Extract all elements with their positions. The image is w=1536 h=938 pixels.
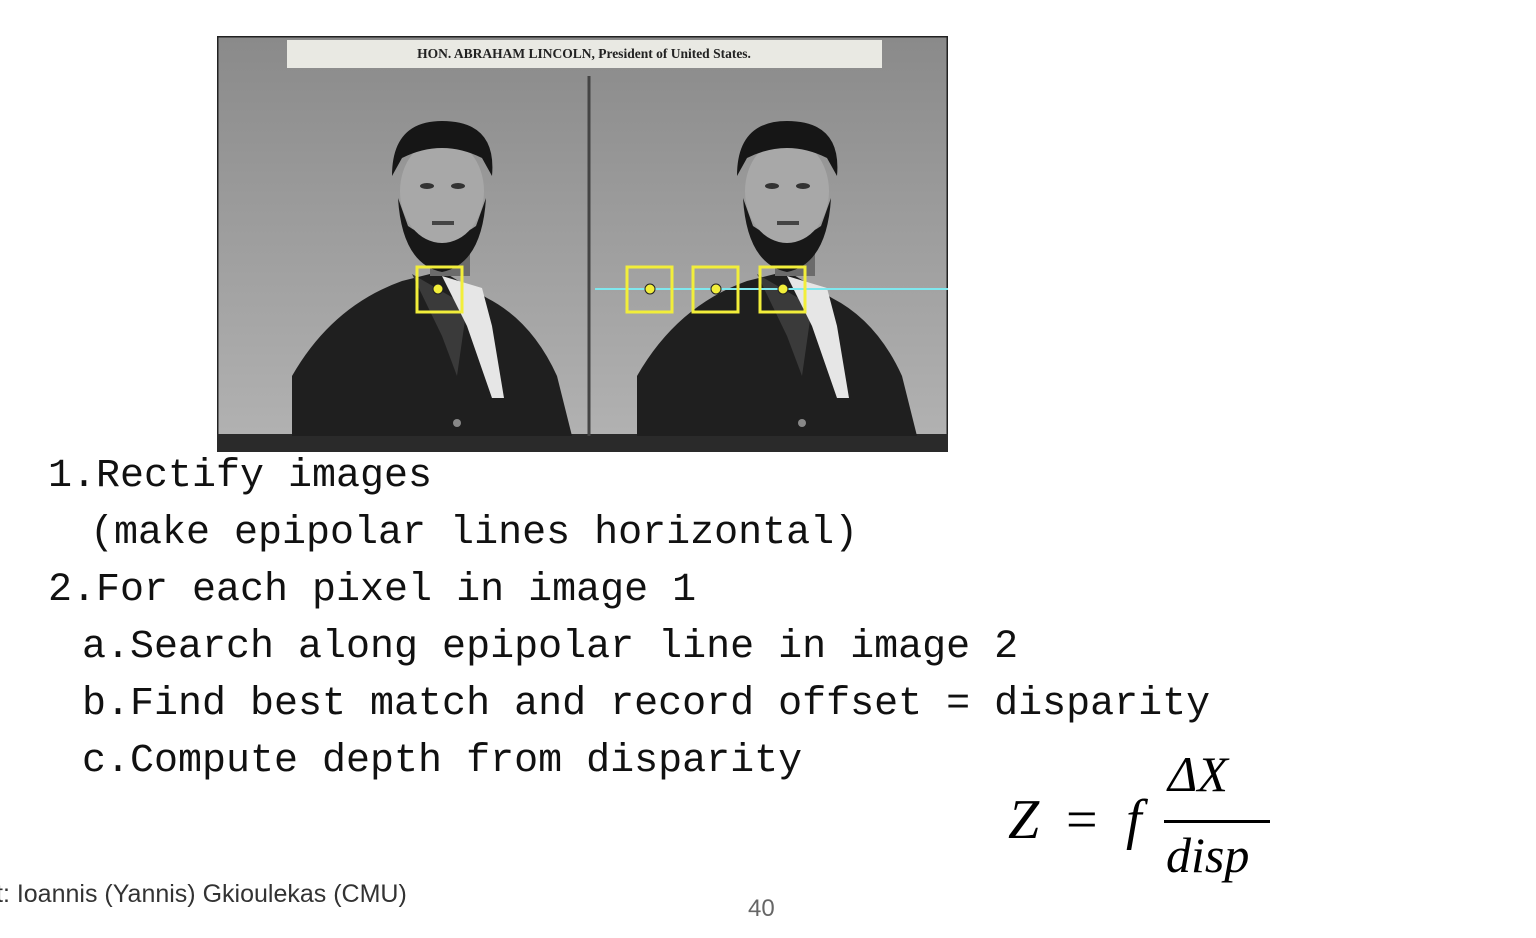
formula-numerator: ΔX bbox=[1168, 746, 1228, 802]
step-2b: b.Find best match and record offset = di… bbox=[82, 682, 1211, 727]
reference-pixel bbox=[432, 283, 444, 295]
formula-equals: = bbox=[1066, 789, 1098, 851]
step-1-note: (make epipolar lines horizontal) bbox=[90, 511, 859, 556]
credit-text: t: Ioannis (Yannis) Gkioulekas (CMU) bbox=[0, 880, 407, 908]
step-1: 1.Rectify images bbox=[48, 454, 433, 499]
formula-denominator: disp bbox=[1166, 827, 1250, 883]
stereo-image-pair: HON. ABRAHAM LINCOLN, President of Unite… bbox=[217, 36, 948, 452]
formula-z: Z bbox=[1008, 789, 1040, 851]
step-2a: a.Search along epipolar line in image 2 bbox=[82, 625, 1019, 670]
formula-f: f bbox=[1126, 789, 1142, 851]
photo-caption: HON. ABRAHAM LINCOLN, President of Unite… bbox=[417, 46, 751, 61]
candidate-pixel-3 bbox=[777, 283, 789, 295]
step-2c: c.Compute depth from disparity bbox=[82, 739, 803, 784]
step-2: 2.For each pixel in image 1 bbox=[48, 568, 697, 613]
fraction-bar bbox=[1164, 820, 1270, 823]
candidate-pixel-1 bbox=[644, 283, 656, 295]
page-number: 40 bbox=[748, 895, 775, 922]
candidate-pixel-2 bbox=[710, 283, 722, 295]
